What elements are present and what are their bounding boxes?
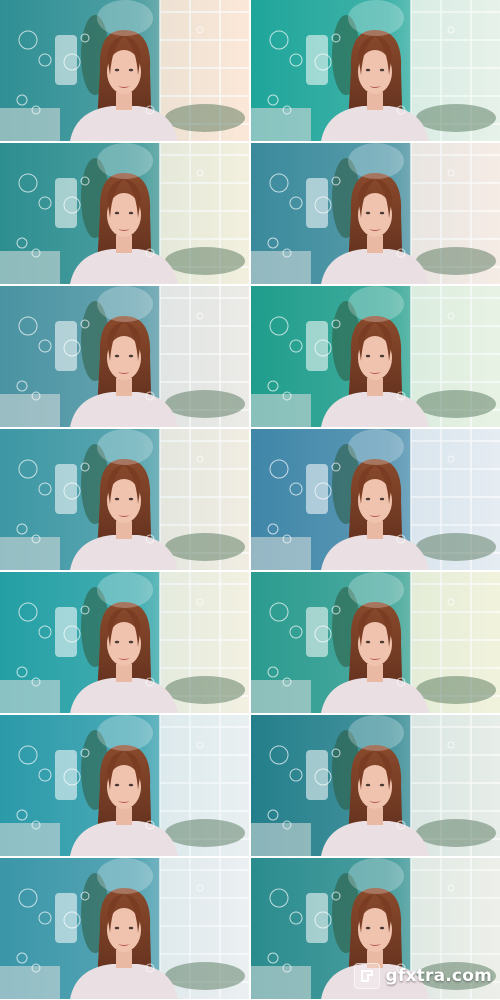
photo-tile [251,143,500,284]
portrait-photo [0,858,249,999]
portrait-photo [251,286,500,427]
photo-tile [251,715,500,856]
portrait-photo [251,572,500,713]
portrait-photo [0,286,249,427]
photo-tile [0,715,249,856]
portrait-photo [251,715,500,856]
photo-tile [0,0,249,141]
photo-tile [251,0,500,141]
photo-tile [0,286,249,427]
portrait-photo [251,0,500,141]
portrait-photo [0,572,249,713]
portrait-photo [251,429,500,570]
portrait-photo [0,143,249,284]
watermark-text: gfxtra.com [385,966,492,986]
portrait-photo [0,715,249,856]
photo-tile [251,572,500,713]
photo-tile [251,286,500,427]
photo-tile [0,572,249,713]
watermark: gfxtra.com [353,963,492,989]
photo-tile [0,143,249,284]
portrait-photo [0,0,249,141]
portrait-photo [0,429,249,570]
photo-grid [0,0,500,1000]
photo-tile [251,429,500,570]
photo-tile [0,429,249,570]
photo-tile [0,858,249,999]
watermark-logo-icon [353,963,380,989]
portrait-photo [251,143,500,284]
